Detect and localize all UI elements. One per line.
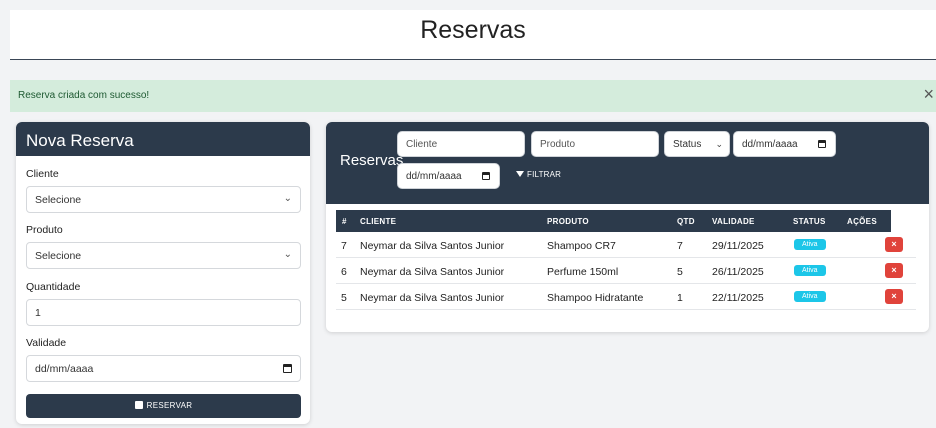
filter-date-from-placeholder: dd/mm/aaaa: [742, 139, 798, 150]
row-validade: 22/11/2025: [712, 292, 764, 304]
save-icon: [134, 401, 143, 409]
produto-select[interactable]: Selecione ⌄: [26, 242, 301, 269]
column-header: VALIDADE: [712, 217, 755, 226]
page-header: Reservas: [10, 10, 936, 60]
filter-cliente-input[interactable]: Cliente: [397, 131, 525, 157]
filter-date-from[interactable]: dd/mm/aaaa: [733, 131, 836, 157]
row-produto: Perfume 150ml: [547, 266, 619, 278]
quantidade-input[interactable]: 1: [26, 299, 301, 326]
filter-button[interactable]: FILTRAR: [516, 170, 561, 179]
filter-produto-input[interactable]: Produto: [531, 131, 659, 157]
calendar-icon[interactable]: [283, 364, 292, 373]
quantidade-label: Quantidade: [26, 281, 81, 293]
cliente-select[interactable]: Selecione ⌄: [26, 186, 301, 213]
table-row: 5 Neymar da Silva Santos Junior Shampoo …: [336, 284, 916, 310]
close-icon[interactable]: ×: [923, 84, 934, 104]
delete-button[interactable]: ×: [885, 289, 903, 304]
status-badge: Ativa: [794, 291, 826, 302]
filter-produto-placeholder: Produto: [540, 139, 576, 150]
new-reservation-title: Nova Reserva: [16, 122, 310, 156]
page-title: Reservas: [420, 16, 526, 44]
row-produto: Shampoo Hidratante: [547, 292, 644, 304]
filter-status-value: Status: [673, 139, 702, 150]
filter-date-to-placeholder: dd/mm/aaaa: [406, 171, 462, 182]
validade-date-input[interactable]: dd/mm/aaaa: [26, 355, 301, 382]
filter-cliente-placeholder: Cliente: [406, 139, 438, 150]
row-produto: Shampoo CR7: [547, 240, 616, 252]
produto-label: Produto: [26, 224, 63, 236]
quantidade-value: 1: [35, 307, 41, 319]
row-validade: 26/11/2025: [712, 266, 764, 278]
chevron-down-icon: ⌄: [283, 249, 292, 260]
produto-select-value: Selecione: [35, 250, 82, 262]
new-reservation-card: Nova Reserva Cliente Selecione ⌄ Produto…: [16, 122, 310, 424]
reservations-list-header: Reservas Cliente Produto Status ⌄ dd/mm/…: [326, 122, 929, 204]
success-alert: Reserva criada com sucesso! ×: [10, 80, 936, 112]
cliente-label: Cliente: [26, 168, 59, 180]
row-id: 7: [341, 240, 347, 252]
column-header: CLIENTE: [360, 217, 397, 226]
table-row: 7 Neymar da Silva Santos Junior Shampoo …: [336, 232, 916, 258]
delete-button[interactable]: ×: [885, 263, 903, 278]
row-id: 6: [341, 266, 347, 278]
chevron-down-icon: ⌄: [283, 193, 292, 204]
filter-status-select[interactable]: Status ⌄: [664, 131, 730, 157]
calendar-icon[interactable]: [818, 140, 826, 148]
row-qtd: 1: [677, 292, 683, 304]
row-cliente: Neymar da Silva Santos Junior: [360, 266, 505, 278]
row-cliente: Neymar da Silva Santos Junior: [360, 240, 505, 252]
calendar-icon[interactable]: [482, 172, 490, 180]
column-header: QTD: [677, 217, 695, 226]
reservar-button[interactable]: RESERVAR: [26, 394, 301, 418]
row-qtd: 5: [677, 266, 683, 278]
reservations-list-title: Reservas: [340, 152, 404, 169]
column-header: #: [342, 217, 347, 226]
column-header: PRODUTO: [547, 217, 589, 226]
table-header: # CLIENTE PRODUTO QTD VALIDADE STATUS AÇ…: [336, 210, 891, 232]
row-qtd: 7: [677, 240, 683, 252]
column-header: STATUS: [793, 217, 826, 226]
delete-button[interactable]: ×: [885, 237, 903, 252]
reservar-label: RESERVAR: [146, 401, 193, 410]
row-id: 5: [341, 292, 347, 304]
chevron-down-icon: ⌄: [715, 139, 723, 149]
reservations-list-card: Reservas Cliente Produto Status ⌄ dd/mm/…: [326, 122, 929, 332]
filter-date-to[interactable]: dd/mm/aaaa: [397, 163, 500, 189]
validade-placeholder: dd/mm/aaaa: [35, 363, 94, 375]
filter-icon: [516, 171, 524, 177]
status-badge: Ativa: [794, 265, 826, 276]
cliente-select-value: Selecione: [35, 194, 82, 206]
alert-message: Reserva criada com sucesso!: [18, 90, 150, 101]
validade-label: Validade: [26, 337, 67, 349]
status-badge: Ativa: [794, 239, 826, 250]
column-header: AÇÕES: [847, 217, 877, 226]
filter-label: FILTRAR: [527, 170, 562, 179]
table-row: 6 Neymar da Silva Santos Junior Perfume …: [336, 258, 916, 284]
row-validade: 29/11/2025: [712, 240, 764, 252]
row-cliente: Neymar da Silva Santos Junior: [360, 292, 505, 304]
